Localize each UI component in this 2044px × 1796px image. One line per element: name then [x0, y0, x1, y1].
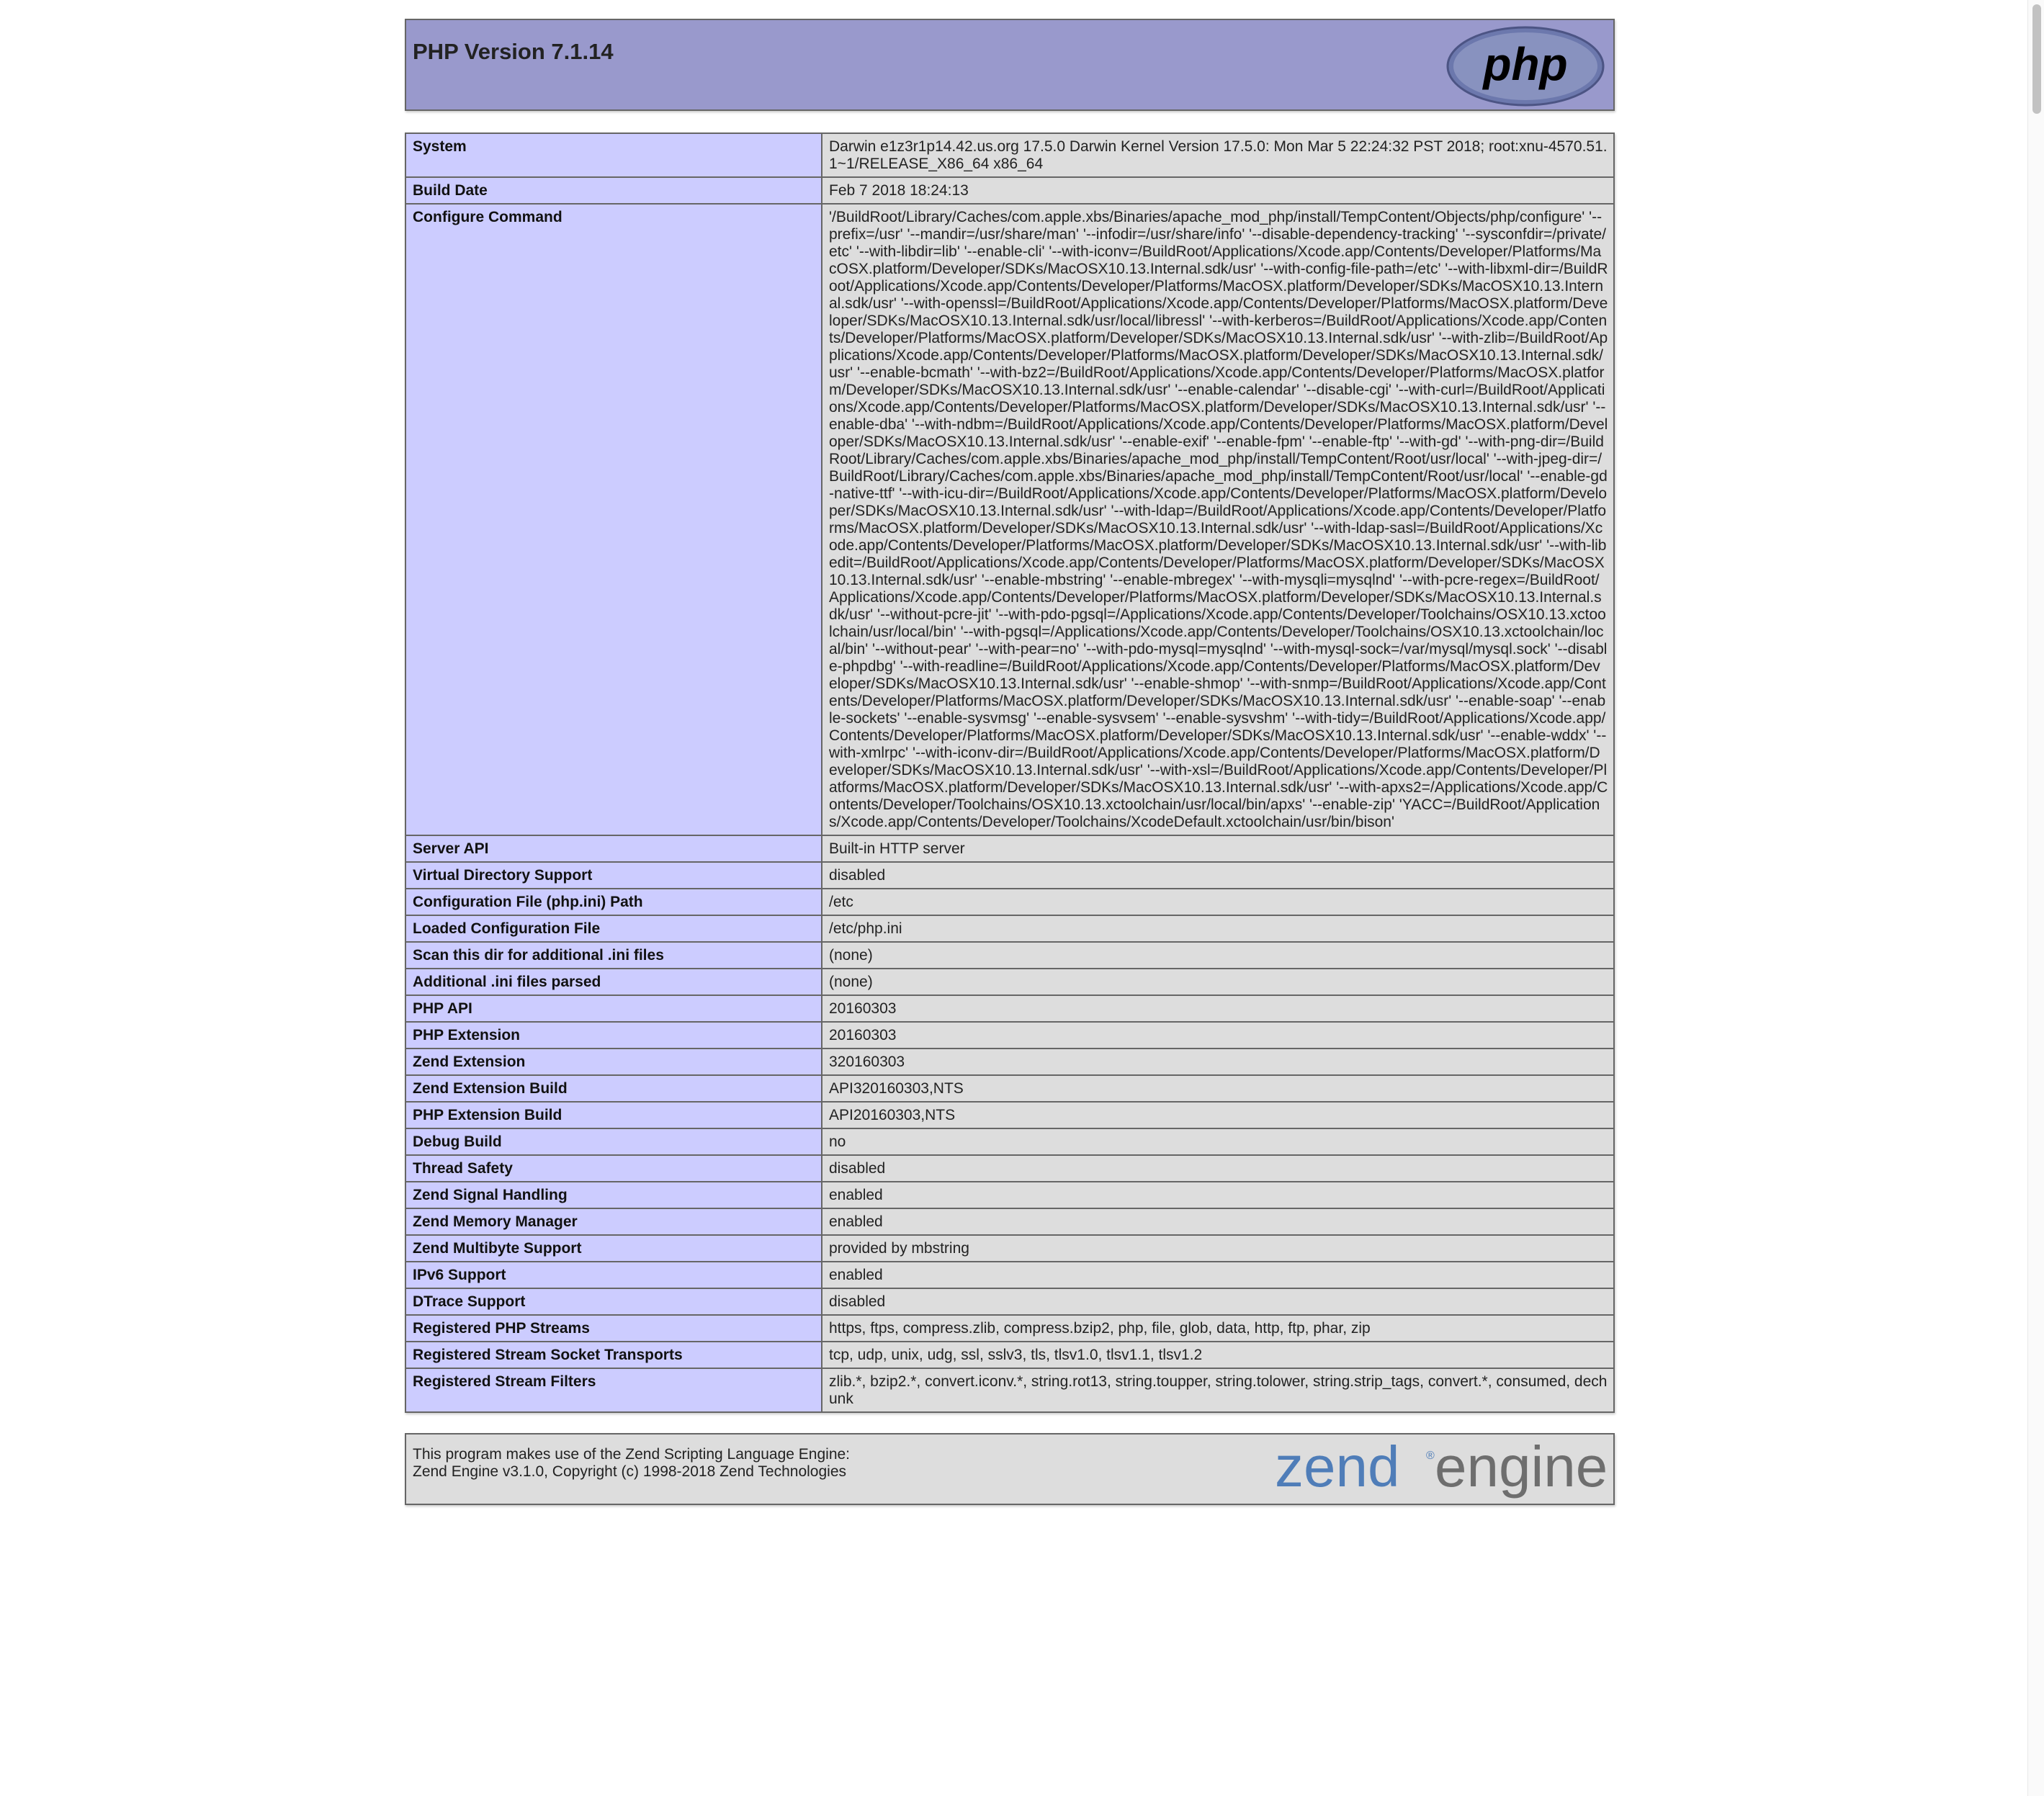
table-row: Zend Signal Handling enabled — [405, 1181, 1615, 1209]
row-value: provided by mbstring — [821, 1234, 1615, 1262]
info-table: System Darwin e1z3r1p14.42.us.org 17.5.0 … — [405, 133, 1615, 1413]
table-row: PHP Extension 20160303 — [405, 1021, 1615, 1049]
row-key: Zend Extension — [405, 1048, 822, 1076]
row-key: Additional .ini files parsed — [405, 968, 822, 996]
row-value: zlib.*, bzip2.*, convert.iconv.*, string… — [821, 1368, 1615, 1413]
phpinfo-page: PHP Version 7.1.14 php System Darwin e1z3… — [405, 19, 1615, 1505]
footer-line-1: This program makes use of the Zend Scrip… — [413, 1446, 851, 1463]
zend-engine-logo-icon: zend ® engine — [1275, 1437, 1606, 1499]
zend-logo-mark: ® — [1426, 1450, 1435, 1462]
footer-text: This program makes use of the Zend Scrip… — [413, 1446, 850, 1481]
table-row: Debug Build no — [405, 1128, 1615, 1156]
table-row: Scan this dir for additional .ini files(… — [405, 941, 1615, 969]
row-key: PHP Extension Build — [405, 1101, 822, 1129]
row-key: Debug Build — [405, 1128, 822, 1156]
row-value: disabled — [821, 1154, 1615, 1182]
table-row: Zend Extension 320160303 — [405, 1048, 1615, 1076]
row-key: Virtual Directory Support — [405, 861, 822, 889]
info-table-body: System Darwin e1z3r1p14.42.us.org 17.5.0 … — [405, 133, 1615, 1413]
footer-banner: This program makes use of the Zend Scrip… — [405, 1433, 1615, 1505]
row-value: 320160303 — [821, 1048, 1615, 1076]
table-row: Thread Safety disabled — [405, 1154, 1615, 1182]
scrollbar-thumb[interactable] — [2032, 4, 2041, 114]
row-key: Zend Signal Handling — [405, 1181, 822, 1209]
row-value: 20160303 — [821, 1021, 1615, 1049]
row-key: Registered PHP Streams — [405, 1314, 822, 1342]
table-row: Zend Extension Build API320160303,NTS — [405, 1074, 1615, 1103]
row-key: System — [405, 133, 822, 178]
row-key: DTrace Support — [405, 1288, 822, 1316]
row-value: /etc/php.ini — [821, 915, 1615, 943]
row-value: enabled — [821, 1261, 1615, 1289]
table-row: Additional .ini files parsed (none) — [405, 968, 1615, 996]
row-value: /etc — [821, 888, 1615, 916]
table-row: IPv6 Support enabled — [405, 1261, 1615, 1289]
row-value: Built-in HTTP server — [821, 835, 1615, 863]
table-row: Zend Memory Manager enabled — [405, 1208, 1615, 1236]
row-key: PHP API — [405, 994, 822, 1023]
row-key: Registered Stream Filters — [405, 1368, 822, 1413]
row-value: https, ftps, compress.zlib, compress.bzi… — [821, 1314, 1615, 1342]
row-key: Scan this dir for additional .ini files — [405, 941, 822, 969]
row-value: disabled — [821, 1288, 1615, 1316]
row-key: Thread Safety — [405, 1154, 822, 1182]
row-value: 20160303 — [821, 994, 1615, 1023]
table-row: Configuration File (php.ini) Path/etc — [405, 888, 1615, 916]
table-row: Registered Stream Filters zlib.*, bzip2.*… — [405, 1368, 1615, 1413]
table-row: Registered Stream Socket Transports tcp, … — [405, 1341, 1615, 1369]
row-value: '/BuildRoot/Library/Caches/com.apple.xbs… — [821, 203, 1615, 836]
row-key: Zend Memory Manager — [405, 1208, 822, 1236]
row-key: Configure Command — [405, 203, 822, 836]
engine-logo-text: engine — [1435, 1437, 1606, 1499]
vertical-scrollbar[interactable] — [2027, 0, 2044, 1796]
table-row: PHP API 20160303 — [405, 994, 1615, 1023]
row-value: Darwin e1z3r1p14.42.us.org 17.5.0 Darwin… — [821, 133, 1615, 178]
table-row: System Darwin e1z3r1p14.42.us.org 17.5.0 … — [405, 133, 1615, 178]
row-value: enabled — [821, 1208, 1615, 1236]
page-title: PHP Version 7.1.14 — [413, 39, 614, 64]
zend-logo-text: zend — [1275, 1437, 1399, 1499]
row-value: API320160303,NTS — [821, 1074, 1615, 1103]
row-value: Feb 7 2018 18:24:13 — [821, 176, 1615, 205]
table-row: PHP Extension Build API20160303,NTS — [405, 1101, 1615, 1129]
table-row: Virtual Directory Support disabled — [405, 861, 1615, 889]
row-value: (none) — [821, 968, 1615, 996]
row-key: Server API — [405, 835, 822, 863]
row-key: Configuration File (php.ini) Path — [405, 888, 822, 916]
row-value: tcp, udp, unix, udg, ssl, sslv3, tls, tl… — [821, 1341, 1615, 1369]
table-row: Registered PHP Streams https, ftps, compr… — [405, 1314, 1615, 1342]
header-banner: PHP Version 7.1.14 php — [405, 19, 1615, 111]
table-row: Loaded Configuration File/etc/php.ini — [405, 915, 1615, 943]
row-value: no — [821, 1128, 1615, 1156]
table-row: Configure Command '/BuildRoot/Library/Cac… — [405, 203, 1615, 836]
row-value: (none) — [821, 941, 1615, 969]
row-key: IPv6 Support — [405, 1261, 822, 1289]
table-row: Server API Built-in HTTP server — [405, 835, 1615, 863]
row-value: enabled — [821, 1181, 1615, 1209]
row-key: PHP Extension — [405, 1021, 822, 1049]
php-logo-text: php — [1482, 38, 1567, 90]
table-row: Zend Multibyte Support provided by mbstri… — [405, 1234, 1615, 1262]
row-key: Zend Multibyte Support — [405, 1234, 822, 1262]
row-value: API20160303,NTS — [821, 1101, 1615, 1129]
footer-line-2: Zend Engine v3.1.0, Copyright (c) 1998-2… — [413, 1463, 846, 1480]
row-key: Build Date — [405, 176, 822, 205]
row-key: Zend Extension Build — [405, 1074, 822, 1103]
row-value: disabled — [821, 861, 1615, 889]
table-row: DTrace Support disabled — [405, 1288, 1615, 1316]
row-key: Registered Stream Socket Transports — [405, 1341, 822, 1369]
table-row: Build Date Feb 7 2018 18:24:13 — [405, 176, 1615, 205]
row-key: Loaded Configuration File — [405, 915, 822, 943]
php-logo-icon: php — [1446, 26, 1605, 107]
